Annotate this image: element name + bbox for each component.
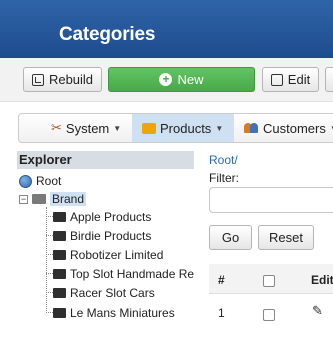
caret-down-icon: ▼ [215,123,224,133]
tree-node-child[interactable]: Robotizer Limited [53,246,163,264]
tree-node-child-label: Le Mans Miniatures [70,306,175,320]
tree-node-child-label: Robotizer Limited [70,248,164,262]
caret-down-icon: ▼ [113,123,122,133]
folder-open-icon [32,194,46,204]
folder-icon [53,250,66,260]
rebuild-button[interactable]: Rebuild [23,67,102,92]
column-header-number: # [218,273,225,287]
tree-connector [46,207,47,313]
menu-products[interactable]: Products ▼ [132,114,234,142]
folder-icon [53,308,66,318]
toolbar: Rebuild + New Edit [0,58,333,102]
new-label: New [177,72,204,87]
rebuild-icon [31,73,44,86]
rebuild-label: Rebuild [48,72,94,87]
tree-node-child-label: Birdie Products [70,229,152,243]
reset-button[interactable]: Reset [258,225,314,250]
tree-node-child[interactable]: Birdie Products [53,227,151,245]
tree-connector [46,216,53,217]
column-header-edit: Edit [311,273,333,287]
folder-icon [53,231,66,241]
tree-connector [46,235,53,236]
products-folder-icon [142,122,156,134]
tree-node-root[interactable]: Root [19,172,61,190]
wrench-icon: ✂ [51,120,62,135]
folder-icon [53,212,66,222]
page: Categories Rebuild + New Edit ✂ System ▼… [0,0,333,349]
tree-node-child[interactable]: Le Mans Miniatures [53,304,175,322]
edit-label: Edit [287,72,311,87]
menu-customers-label: Customers [263,120,326,136]
breadcrumb[interactable]: Root/ [209,153,238,167]
explorer-tree: Root − Brand Apple Products Birdie Produ… [17,171,197,341]
menu-products-label: Products [160,120,212,136]
page-title: Categories [59,24,156,45]
menu-system-label: System [65,120,110,136]
tree-node-child-label: Apple Products [70,210,152,224]
table-header-row: # Edit [209,264,333,294]
results-table: # Edit 1 ✎ [209,264,333,349]
explorer-title: Explorer [17,151,194,169]
tree-node-child-label: Top Slot Handmade Re [70,267,195,281]
tree-node-brand-label: Brand [50,192,87,206]
edit-button[interactable]: Edit [262,67,319,92]
tree-node-child[interactable]: Top Slot Handmade Re [53,265,194,283]
row-number: 1 [218,306,225,320]
header-bar: Categories [0,0,333,58]
menu-system[interactable]: ✂ System ▼ [51,114,121,142]
more-toolbar-button[interactable] [325,67,333,92]
filter-input[interactable] [209,187,333,213]
folder-icon [53,269,66,279]
tree-node-child[interactable]: Racer Slot Cars [53,284,155,302]
tree-node-child-label: Racer Slot Cars [70,286,155,300]
collapse-toggle-icon[interactable]: − [19,194,28,204]
new-button[interactable]: + New [108,67,255,92]
pencil-icon[interactable]: ✎ [312,303,323,319]
select-all-checkbox[interactable] [263,275,275,287]
tree-connector [46,292,53,293]
tree-connector [46,254,53,255]
main-menu-bar: ✂ System ▼ Products ▼ Customers ▼ [18,113,333,143]
tree-node-brand[interactable]: − Brand [19,190,87,208]
go-button[interactable]: Go [209,225,252,250]
tree-node-child[interactable]: Apple Products [53,208,151,226]
tree-connector [46,312,53,313]
row-checkbox[interactable] [263,309,275,321]
folder-icon [53,288,66,298]
users-icon [244,122,259,134]
filter-label: Filter: [209,171,239,185]
tree-node-root-label: Root [36,174,62,188]
table-row: 1 ✎ [209,295,333,331]
plus-circle-icon: + [159,73,173,86]
tree-connector [46,273,53,274]
edit-icon [270,73,283,86]
globe-icon [19,174,32,188]
menu-customers[interactable]: Customers ▼ [244,114,333,142]
